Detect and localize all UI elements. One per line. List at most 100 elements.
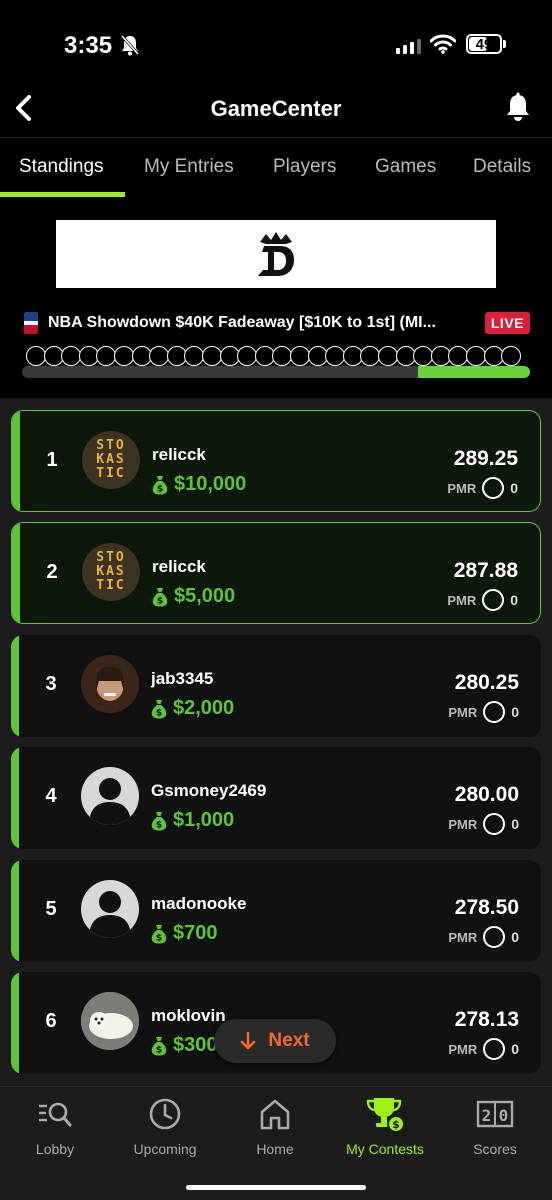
prize: $ $700 [151,922,218,945]
scoreboard-icon: 2 0 [476,1100,514,1128]
username: relicck [152,445,206,464]
nav-home[interactable]: Home [220,1095,330,1157]
nav-lobby[interactable]: Lobby [0,1095,110,1157]
live-badge: LIVE [484,312,530,334]
prize: $ $5,000 [152,585,235,608]
pmr-ring-icon [482,589,505,611]
prize: $ $300 [151,1034,218,1057]
app-header: GameCenter [0,80,552,138]
money-bag-icon: $ [151,811,167,830]
stokastic-logo: STO KAS TIC [96,438,126,481]
bell-off-icon [120,35,140,56]
username: madonooke [151,894,247,913]
fantasy-score: 278.50 [454,896,519,919]
money-bag-icon: $ [151,1036,167,1055]
money-bag-icon: $ [152,475,168,494]
tab-standings[interactable]: Standings [19,156,104,178]
username: Gsmoney2469 [151,781,267,800]
contest-header[interactable]: NBA Showdown $40K Fadeaway [$10K to 1st]… [24,310,530,336]
standing-row[interactable]: 5 madonooke $ $700 278.50 PMR 0 [11,860,541,962]
default-user-icon [89,778,131,825]
avatar [81,767,139,825]
rank: 6 [45,1010,57,1032]
active-tab-indicator [0,192,125,197]
contest-name: NBA Showdown $40K Fadeaway [$10K to 1st]… [48,314,436,331]
tab-games[interactable]: Games [375,156,436,178]
nav-my-contests[interactable]: $ My Contests [330,1095,440,1157]
svg-text:2: 2 [482,1106,492,1125]
wifi-icon [430,34,456,54]
user-photo [95,666,125,702]
clock-icon [149,1098,181,1130]
username: jab3345 [151,669,214,688]
pmr: PMR 0 [448,926,519,948]
standing-row[interactable]: 3 jab3345 $ $2,000 280.25 PMR 0 [11,635,541,737]
page-title: GameCenter [210,96,342,121]
svg-text:$: $ [156,933,162,943]
user-photo [81,992,139,1050]
rank: 1 [46,449,58,471]
fantasy-score: 287.88 [453,559,518,582]
money-bag-icon: $ [151,924,167,943]
fantasy-score: 278.13 [454,1008,519,1031]
home-icon [260,1099,290,1130]
contest-progress-fill [418,366,530,378]
prize: $ $10,000 [152,473,246,496]
pmr-ring-icon [482,477,505,499]
svg-text:$: $ [157,484,163,494]
svg-text:$: $ [392,1118,400,1131]
rank: 2 [46,561,58,583]
pmr: PMR 0 [448,701,519,723]
battery-level: 49 [475,35,493,53]
fantasy-score: 289.25 [453,447,518,470]
username: relicck [152,557,206,576]
fantasy-score: 280.25 [454,671,519,694]
draftkings-banner[interactable] [56,220,496,288]
tab-players[interactable]: Players [273,156,336,178]
home-indicator [186,1185,366,1190]
roster-dots [26,346,530,368]
arrow-down-icon [241,1031,256,1050]
tab-bar: Standings My Entries Players Games Detai… [0,140,552,198]
avatar [81,655,139,713]
money-bag-icon: $ [152,587,168,606]
signal-icon [396,38,421,54]
trophy-icon: $ [366,1098,405,1133]
lobby-search-icon [39,1102,72,1127]
fantasy-score: 280.00 [454,783,519,806]
prize: $ $1,000 [151,809,234,832]
svg-text:$: $ [156,820,162,830]
draftkings-logo-icon [258,232,294,276]
next-button[interactable]: Next [214,1019,336,1063]
pmr-ring-icon [483,926,506,948]
pmr: PMR 0 [448,813,519,835]
standing-row[interactable]: 4 Gsmoney2469 $ $1,000 280.00 PMR 0 [11,747,541,849]
rank: 5 [45,898,57,920]
tab-details[interactable]: Details [473,156,531,178]
contest-progress-bar [22,366,530,378]
nba-logo-icon [24,312,38,334]
avatar [81,992,139,1050]
standing-row[interactable]: 1 STO KAS TIC relicck $ $10,000 289.25 PMR… [11,410,541,512]
next-button-label: Next [268,1030,310,1051]
money-bag-icon: $ [151,699,167,718]
pmr: PMR 0 [447,477,518,499]
default-user-icon [89,891,131,938]
standing-row[interactable]: 2 STO KAS TIC relicck $ $5,000 287.88 PMR 0 [11,522,541,624]
nav-upcoming[interactable]: Upcoming [110,1095,220,1157]
pmr: PMR 0 [447,589,518,611]
notifications-bell-icon[interactable] [504,92,532,124]
svg-text:0: 0 [499,1106,509,1125]
prize: $ $2,000 [151,697,234,720]
tab-my-entries[interactable]: My Entries [144,156,234,178]
avatar: STO KAS TIC [82,431,140,489]
standings-list[interactable]: 1 STO KAS TIC relicck $ $10,000 289.25 PMR… [0,398,552,1088]
nav-scores[interactable]: 2 0 Scores [440,1095,550,1157]
battery-icon: 49 [466,34,502,54]
status-time: 3:35 [64,32,113,59]
avatar: STO KAS TIC [82,543,140,601]
bottom-nav: Lobby Upcoming Home $ My Contests 2 0 Sc… [0,1086,552,1200]
username: moklovin [151,1006,226,1025]
stokastic-logo: STO KAS TIC [96,550,126,593]
svg-text:$: $ [156,1045,162,1055]
